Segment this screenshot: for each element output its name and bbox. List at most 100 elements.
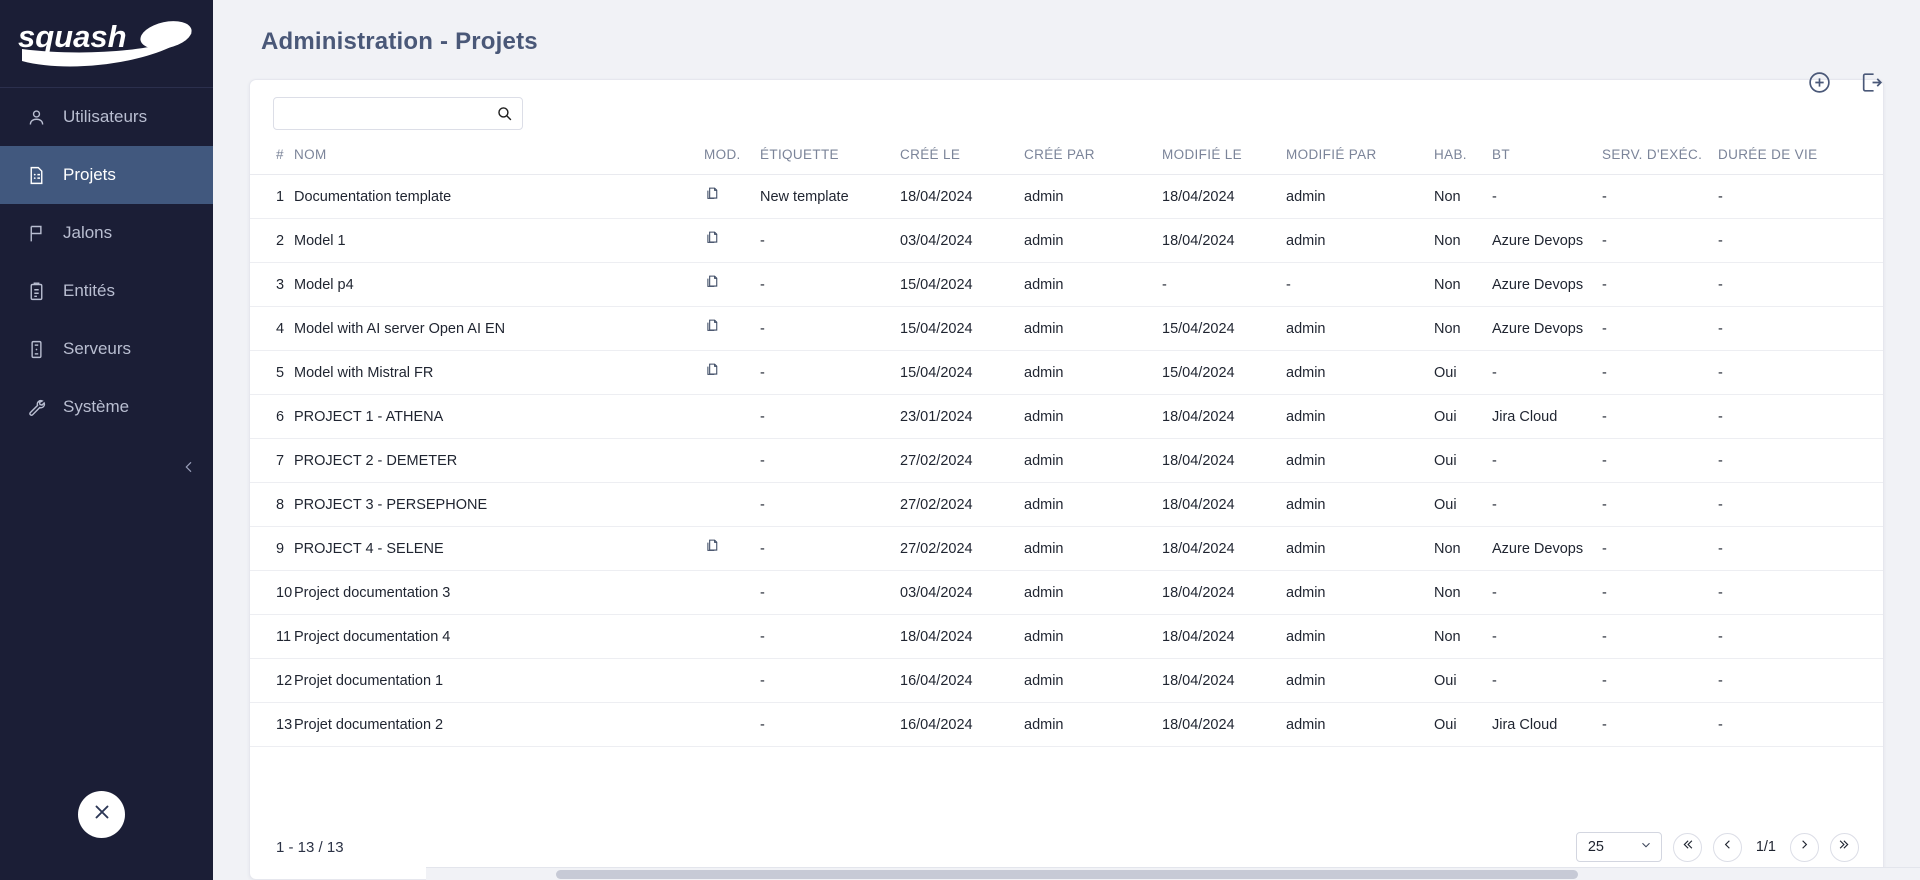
col-header-serv-exec[interactable]: SERV. D'EXÉC. xyxy=(1602,139,1718,175)
cell-nom: PROJECT 2 - DEMETER xyxy=(294,439,704,483)
cell-nom: Projet documentation 1 xyxy=(294,659,704,703)
cell-num: 9 xyxy=(250,527,294,571)
sidebar-item-serveurs[interactable]: Serveurs xyxy=(0,320,213,378)
cell-nom: PROJECT 1 - ATHENA xyxy=(294,395,704,439)
horizontal-scrollbar[interactable] xyxy=(426,867,1920,880)
table-row[interactable]: 6PROJECT 1 - ATHENA-23/01/2024admin18/04… xyxy=(250,395,1883,439)
sidebar-item-utilisateurs[interactable]: Utilisateurs xyxy=(0,88,213,146)
template-copy-icon[interactable] xyxy=(704,538,721,555)
template-copy-icon[interactable] xyxy=(704,186,721,203)
table-row[interactable]: 5Model with Mistral FR-15/04/2024admin15… xyxy=(250,351,1883,395)
template-copy-icon[interactable] xyxy=(704,230,721,247)
table-row[interactable]: 4Model with AI server Open AI EN-15/04/2… xyxy=(250,307,1883,351)
page-size-select[interactable]: 25 xyxy=(1576,832,1662,862)
cell-bt: Azure Devops xyxy=(1492,219,1602,263)
sidebar-item-entites[interactable]: Entités xyxy=(0,262,213,320)
col-header-hab[interactable]: HAB. xyxy=(1434,139,1492,175)
first-page-button[interactable] xyxy=(1673,833,1702,862)
cell-num: 7 xyxy=(250,439,294,483)
sidebar-collapse-button[interactable] xyxy=(175,455,203,483)
col-header-etiquette[interactable]: ÉTIQUETTE xyxy=(760,139,900,175)
sidebar-item-systeme[interactable]: Système xyxy=(0,378,213,436)
cell-hab: Non xyxy=(1434,307,1492,351)
table-row[interactable]: 1Documentation templateNew template18/04… xyxy=(250,175,1883,219)
double-chevron-right-icon xyxy=(1837,837,1852,857)
cell-cree-le: 27/02/2024 xyxy=(900,527,1024,571)
projects-table: # NOM MOD. ÉTIQUETTE CRÉÉ LE CRÉÉ PAR MO… xyxy=(250,139,1883,747)
sidebar-item-jalons[interactable]: Jalons xyxy=(0,204,213,262)
table-row[interactable]: 9PROJECT 4 - SELENE-27/02/2024admin18/04… xyxy=(250,527,1883,571)
table-row[interactable]: 8PROJECT 3 - PERSEPHONE-27/02/2024admin1… xyxy=(250,483,1883,527)
cell-cree-par: admin xyxy=(1024,615,1162,659)
cell-etiquette: - xyxy=(760,263,900,307)
cell-nom: Model p4 xyxy=(294,263,704,307)
cell-modifie-le: 18/04/2024 xyxy=(1162,175,1286,219)
cell-etiquette: - xyxy=(760,527,900,571)
cell-duree-vie: - xyxy=(1718,175,1883,219)
table-row[interactable]: 11Project documentation 4-18/04/2024admi… xyxy=(250,615,1883,659)
cell-bt: - xyxy=(1492,439,1602,483)
cell-mod xyxy=(704,175,760,219)
page-title: Administration - Projets xyxy=(213,0,1920,56)
table-row[interactable]: 12Projet documentation 1-16/04/2024admin… xyxy=(250,659,1883,703)
last-page-button[interactable] xyxy=(1830,833,1859,862)
cell-cree-le: 23/01/2024 xyxy=(900,395,1024,439)
search-box[interactable] xyxy=(273,97,523,130)
table-row[interactable]: 3Model p4-15/04/2024admin--NonAzure Devo… xyxy=(250,263,1883,307)
col-header-modifie-le[interactable]: MODIFIÉ LE xyxy=(1162,139,1286,175)
project-document-icon xyxy=(26,165,47,186)
svg-text:squash: squash xyxy=(18,19,127,54)
col-header-modifie-par[interactable]: MODIFIÉ PAR xyxy=(1286,139,1434,175)
col-header-cree-le[interactable]: CRÉÉ LE xyxy=(900,139,1024,175)
next-page-button[interactable] xyxy=(1790,833,1819,862)
cell-duree-vie: - xyxy=(1718,263,1883,307)
cell-duree-vie: - xyxy=(1718,571,1883,615)
table-row[interactable]: 13Projet documentation 2-16/04/2024admin… xyxy=(250,703,1883,747)
user-icon xyxy=(26,107,47,128)
close-panel-button[interactable] xyxy=(78,791,125,838)
table-row[interactable]: 10Project documentation 3-03/04/2024admi… xyxy=(250,571,1883,615)
template-copy-icon[interactable] xyxy=(704,274,721,291)
cell-etiquette: - xyxy=(760,395,900,439)
export-button[interactable] xyxy=(1858,72,1884,98)
col-header-bt[interactable]: BT xyxy=(1492,139,1602,175)
cell-cree-par: admin xyxy=(1024,263,1162,307)
cell-num: 10 xyxy=(250,571,294,615)
clipboard-icon xyxy=(26,281,47,302)
table-row[interactable]: 7PROJECT 2 - DEMETER-27/02/2024admin18/0… xyxy=(250,439,1883,483)
cell-etiquette: - xyxy=(760,351,900,395)
cell-serv-exec: - xyxy=(1602,307,1718,351)
col-header-duree-vie[interactable]: DURÉE DE VIE xyxy=(1718,139,1883,175)
export-icon xyxy=(1859,70,1884,100)
cell-modifie-par: admin xyxy=(1286,615,1434,659)
col-header-num[interactable]: # xyxy=(250,139,294,175)
add-project-button[interactable] xyxy=(1806,72,1832,98)
col-header-mod[interactable]: MOD. xyxy=(704,139,760,175)
sidebar-item-label: Serveurs xyxy=(63,339,131,359)
cell-cree-par: admin xyxy=(1024,395,1162,439)
sidebar-item-projets[interactable]: Projets xyxy=(0,146,213,204)
cell-cree-par: admin xyxy=(1024,659,1162,703)
search-icon[interactable] xyxy=(496,105,513,122)
col-header-cree-par[interactable]: CRÉÉ PAR xyxy=(1024,139,1162,175)
cell-etiquette: - xyxy=(760,571,900,615)
cell-modifie-le: 15/04/2024 xyxy=(1162,351,1286,395)
cell-serv-exec: - xyxy=(1602,263,1718,307)
search-input[interactable] xyxy=(284,106,496,122)
header-actions xyxy=(1806,72,1884,98)
cell-bt: - xyxy=(1492,175,1602,219)
cell-hab: Oui xyxy=(1434,351,1492,395)
cell-duree-vie: - xyxy=(1718,351,1883,395)
main-area: Administration - Projets xyxy=(213,0,1920,880)
cell-cree-le: 16/04/2024 xyxy=(900,659,1024,703)
template-copy-icon[interactable] xyxy=(704,318,721,335)
prev-page-button[interactable] xyxy=(1713,833,1742,862)
cell-num: 8 xyxy=(250,483,294,527)
brand-logo[interactable]: squash xyxy=(0,0,213,88)
cell-duree-vie: - xyxy=(1718,615,1883,659)
scrollbar-thumb[interactable] xyxy=(556,870,1578,879)
cell-mod xyxy=(704,703,760,747)
template-copy-icon[interactable] xyxy=(704,362,721,379)
table-row[interactable]: 2Model 1-03/04/2024admin18/04/2024adminN… xyxy=(250,219,1883,263)
col-header-nom[interactable]: NOM xyxy=(294,139,704,175)
